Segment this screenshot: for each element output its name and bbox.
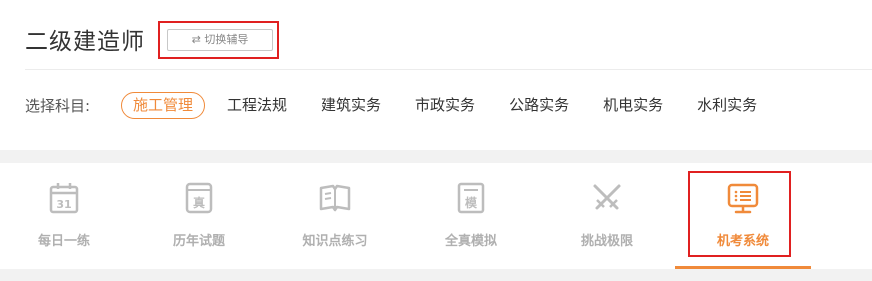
subject-item-water-conservancy-practice[interactable]: 水利实务 [685, 92, 769, 119]
subject-item-engineering-law[interactable]: 工程法规 [215, 92, 299, 119]
tab-label: 知识点练习 [302, 234, 368, 249]
subject-select-label: 选择科目: [25, 97, 91, 115]
tab-label: 每日一练 [37, 234, 90, 249]
subject-item-building-practice[interactable]: 建筑实务 [309, 92, 393, 119]
tab-label: 历年试题 [172, 234, 225, 249]
subject-item-municipal-practice[interactable]: 市政实务 [403, 92, 487, 119]
mock-exam-icon: 模 [457, 182, 485, 214]
divider [25, 69, 872, 70]
tab-full-mock-exam[interactable]: 模 全真模拟 [403, 163, 539, 269]
practice-tabs-panel: 31 每日一练 真 历年试题 知识点练习 模 全真模拟 挑战极限 机考系统 [0, 163, 872, 269]
tab-daily-practice[interactable]: 31 每日一练 [0, 163, 132, 269]
tab-challenge-limit[interactable]: 挑战极限 [539, 163, 675, 269]
subject-item-highway-practice[interactable]: 公路实务 [497, 92, 581, 119]
exam-book-icon: 真 [185, 182, 213, 214]
subject-item-construction-management[interactable]: 施工管理 [121, 91, 206, 119]
tab-label: 机考系统 [716, 234, 769, 249]
svg-text:真: 真 [193, 195, 205, 210]
svg-text:31: 31 [56, 198, 71, 211]
header-panel: 二级建造师 ⇄ 切换辅导 选择科目: 施工管理 工程法规 建筑实务 市政实务 公… [0, 0, 872, 150]
open-book-icon [319, 184, 351, 212]
crossed-swords-icon [593, 184, 621, 210]
active-tab-underline [675, 266, 811, 269]
tab-past-exams[interactable]: 真 历年试题 [131, 163, 267, 269]
svg-text:模: 模 [465, 195, 478, 210]
tab-label: 挑战极限 [580, 234, 633, 249]
switch-tutoring-button[interactable]: ⇄ 切换辅导 [167, 29, 273, 51]
switch-highlight-box: ⇄ 切换辅导 [158, 21, 279, 59]
calendar-icon: 31 [49, 183, 79, 214]
tab-knowledge-practice[interactable]: 知识点练习 [267, 163, 403, 269]
tab-label: 全真模拟 [444, 234, 497, 249]
computer-test-icon [727, 183, 759, 214]
subject-list: 施工管理 工程法规 建筑实务 市政实务 公路实务 机电实务 水利实务 [121, 91, 779, 119]
tab-computer-test-system[interactable]: 机考系统 [675, 163, 811, 269]
page-title: 二级建造师 [25, 29, 145, 55]
subject-item-electromechanical-practice[interactable]: 机电实务 [591, 92, 675, 119]
